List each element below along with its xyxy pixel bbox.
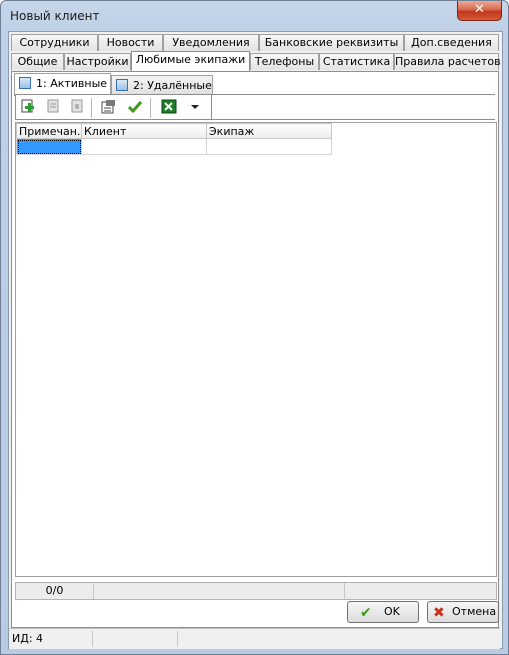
cancel-icon: ✖ [433, 605, 445, 621]
edit-button[interactable] [44, 99, 62, 116]
excel-dropdown[interactable] [186, 99, 204, 116]
tab-uvedomleniya[interactable]: Уведомления [163, 34, 259, 51]
grid-cell-note[interactable] [16, 138, 82, 155]
tab-row-1: Сотрудники Новости Уведомления Банковски… [9, 34, 502, 52]
table-icon [19, 77, 31, 89]
toolbar [15, 94, 496, 120]
close-button[interactable]: ✕ [457, 1, 502, 21]
tab-phones[interactable]: Телефоны [250, 53, 319, 70]
grid-table: Примечан... Клиент Экипаж [16, 123, 332, 155]
grid-status-bar: 0/0 [15, 582, 497, 600]
column-header-crew[interactable]: Экипаж [206, 123, 332, 139]
dropdown-arrow-icon [191, 105, 199, 109]
table-row[interactable] [16, 138, 332, 155]
check-icon: ✔ [360, 605, 372, 621]
properties-button[interactable] [100, 99, 118, 116]
table-icon [116, 79, 128, 91]
toolbar-separator [91, 98, 92, 118]
apply-button[interactable] [126, 99, 144, 116]
status-bar: ИД: 4 [9, 628, 500, 649]
tab-favorite-crews[interactable]: Любимые экипажи [131, 51, 250, 71]
check-icon [127, 101, 143, 114]
grid-cell-client[interactable] [81, 138, 207, 155]
record-count: 0/0 [16, 583, 94, 599]
subtab-deleted-label: 2: Удалённые [133, 79, 212, 92]
tab-statistics[interactable]: Статистика [319, 53, 394, 70]
grid-header-row: Примечан... Клиент Экипаж [16, 123, 332, 139]
tab-additional-info[interactable]: Доп.сведения [404, 34, 499, 51]
window-title: Новый клиент [10, 9, 100, 23]
data-grid[interactable]: Примечан... Клиент Экипаж [15, 122, 497, 577]
column-header-note[interactable]: Примечан... [16, 123, 82, 139]
close-icon: ✕ [474, 2, 485, 17]
id-label: ИД: 4 [12, 631, 93, 647]
window: Новый клиент ✕ Сотрудники Новости Уведом… [0, 0, 509, 655]
cancel-label: Отмена [452, 605, 497, 618]
tab-calc-rules[interactable]: Правила расчетов [394, 53, 501, 70]
delete-button[interactable] [68, 99, 86, 116]
tab-bank-details[interactable]: Банковские реквизиты [259, 34, 404, 51]
delete-icon [71, 99, 83, 113]
tab-panel: 1: Активные 2: Удалённые Примечан... Кли… [11, 71, 499, 628]
ok-label: OK [384, 605, 400, 618]
subtab-active[interactable]: 1: Активные [14, 73, 111, 96]
excel-icon [161, 99, 177, 114]
add-icon [21, 99, 34, 113]
tab-general[interactable]: Общие [11, 53, 64, 70]
client-area: Сотрудники Новости Уведомления Банковски… [8, 31, 503, 649]
tab-novosti[interactable]: Новости [98, 34, 163, 51]
toolbar-search-input[interactable] [211, 95, 496, 119]
subtab-deleted[interactable]: 2: Удалённые [111, 75, 213, 96]
toolbar-separator [150, 98, 151, 118]
status-cell-empty [94, 583, 345, 599]
properties-icon [101, 100, 115, 114]
edit-icon [47, 99, 59, 113]
title-bar[interactable]: Новый клиент ✕ [1, 1, 508, 31]
subtab-active-label: 1: Активные [36, 77, 108, 90]
tab-sotrudniki[interactable]: Сотрудники [11, 34, 98, 51]
status-cell-empty [93, 631, 178, 647]
grid-cell-crew[interactable] [206, 138, 332, 155]
add-button[interactable] [19, 99, 37, 116]
tab-settings[interactable]: Настройки [64, 53, 131, 70]
tab-row-2: Общие Настройки Любимые экипажи Телефоны… [9, 51, 502, 71]
ok-button[interactable]: ✔ OK [347, 601, 419, 623]
excel-button[interactable] [160, 99, 178, 116]
column-header-client[interactable]: Клиент [81, 123, 207, 139]
cancel-button[interactable]: ✖ Отмена [427, 601, 499, 623]
